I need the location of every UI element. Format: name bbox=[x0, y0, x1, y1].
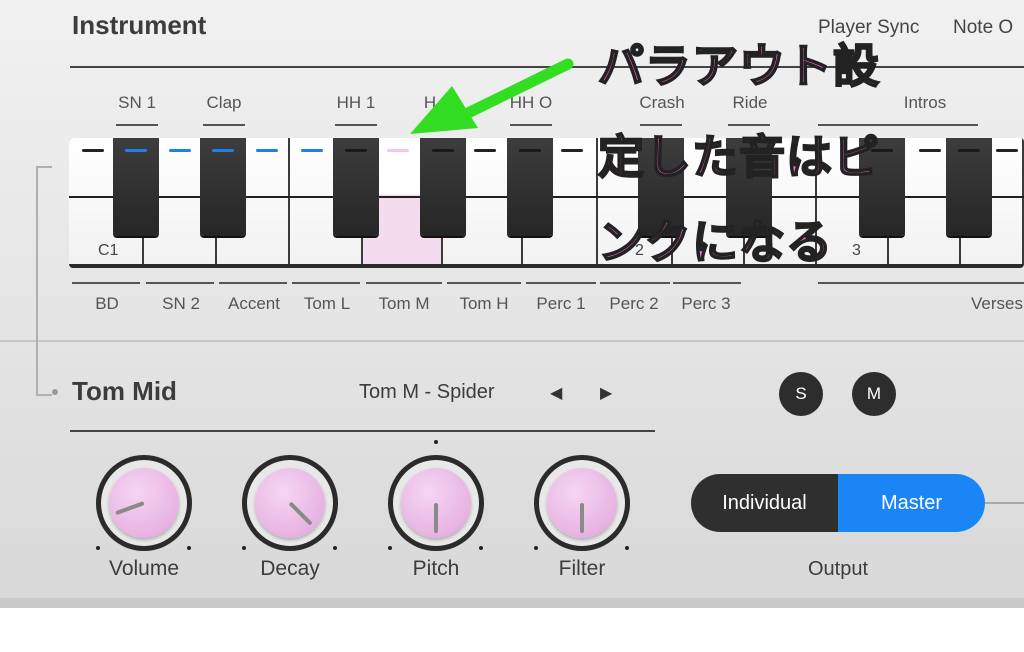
individual-button[interactable]: Individual bbox=[691, 474, 838, 532]
label-bar bbox=[818, 282, 1024, 284]
mute-button[interactable]: M bbox=[852, 372, 896, 416]
connector-dot bbox=[52, 389, 58, 395]
black-key-sn1[interactable] bbox=[113, 138, 159, 236]
key-label-perc1: Perc 1 bbox=[536, 294, 586, 313]
center-marker bbox=[434, 440, 438, 444]
knob-tick bbox=[187, 546, 191, 550]
knob-tick bbox=[625, 546, 629, 550]
annotation-line-2: 定した音はピ bbox=[597, 129, 880, 185]
prev-preset-icon[interactable]: ◀ bbox=[550, 383, 562, 403]
knob-pointer bbox=[434, 503, 438, 533]
volume-label: Volume bbox=[108, 557, 180, 580]
black-key-hho[interactable] bbox=[507, 138, 553, 236]
label-bar bbox=[526, 282, 596, 284]
key-label-tom-l: Tom L bbox=[303, 294, 351, 313]
label-bar bbox=[366, 282, 442, 284]
key-indicator-pink bbox=[387, 149, 409, 152]
knob-tick bbox=[479, 546, 483, 550]
section-divider bbox=[0, 340, 1024, 342]
key-indicator bbox=[474, 149, 496, 152]
label-bar bbox=[72, 282, 140, 284]
key-indicator bbox=[919, 149, 941, 152]
label-bar bbox=[219, 282, 287, 284]
label-bar bbox=[447, 282, 521, 284]
output-label: Output bbox=[807, 558, 869, 580]
section-title: Instrument bbox=[72, 10, 207, 40]
filter-label: Filter bbox=[558, 557, 606, 580]
key-label-sn1: SN 1 bbox=[118, 93, 156, 112]
label-bar bbox=[335, 124, 377, 126]
pitch-label: Pitch bbox=[412, 557, 460, 580]
key-indicator bbox=[996, 149, 1018, 152]
key-label-clap: Clap bbox=[206, 93, 242, 112]
key-label-tom-h: Tom H bbox=[459, 294, 509, 313]
key-indicator bbox=[169, 149, 191, 152]
label-bar bbox=[292, 282, 360, 284]
annotation-line-1: パラアウト設 bbox=[597, 38, 880, 94]
preset-name[interactable]: Tom M - Spider bbox=[359, 381, 495, 404]
octave-label-c1: C1 bbox=[98, 242, 119, 259]
key-indicator bbox=[561, 149, 583, 152]
knob-tick bbox=[242, 546, 246, 550]
pitch-knob[interactable] bbox=[388, 455, 484, 551]
label-bar bbox=[600, 282, 670, 284]
black-key-intro[interactable] bbox=[946, 138, 992, 236]
decay-knob[interactable] bbox=[242, 455, 338, 551]
annotation-arrow-icon bbox=[410, 58, 574, 134]
volume-knob[interactable] bbox=[96, 455, 192, 551]
key-label-perc2: Perc 2 bbox=[609, 294, 659, 313]
master-button[interactable]: Master bbox=[838, 474, 985, 532]
panel-bottom-edge bbox=[0, 598, 1024, 608]
key-label-tom-m: Tom M bbox=[378, 294, 430, 313]
annotation-line-3: ンクになる bbox=[597, 214, 833, 270]
knob-tick bbox=[388, 546, 392, 550]
output-connector bbox=[985, 502, 1024, 504]
knob-tick bbox=[534, 546, 538, 550]
drum-keyboard: C1 2 3 bbox=[69, 138, 1024, 268]
knob-tick bbox=[333, 546, 337, 550]
decay-label: Decay bbox=[260, 557, 320, 580]
label-bar bbox=[116, 124, 158, 126]
black-key-hh1[interactable] bbox=[333, 138, 379, 236]
next-preset-icon[interactable]: ▶ bbox=[600, 383, 612, 403]
key-label-perc3: Perc 3 bbox=[681, 294, 731, 313]
label-bar bbox=[673, 282, 741, 284]
instrument-name: Tom Mid bbox=[72, 376, 177, 406]
key-indicator bbox=[256, 149, 278, 152]
key-label-verses: Verses bbox=[971, 294, 1023, 313]
key-label-crash: Crash bbox=[639, 93, 685, 112]
knob-pointer bbox=[580, 503, 584, 533]
instrument-divider bbox=[70, 430, 655, 432]
key-label-intros: Intros bbox=[903, 93, 947, 112]
label-bar bbox=[146, 282, 214, 284]
key-label-ride: Ride bbox=[732, 93, 768, 112]
key-label-sn2: SN 2 bbox=[162, 294, 200, 313]
key-label-accent: Accent bbox=[228, 294, 280, 313]
output-toggle: Individual Master bbox=[691, 474, 985, 532]
solo-button[interactable]: S bbox=[779, 372, 823, 416]
filter-knob[interactable] bbox=[534, 455, 630, 551]
black-key-hh2[interactable] bbox=[420, 138, 466, 236]
connector-bracket bbox=[36, 166, 52, 396]
key-indicator bbox=[82, 149, 104, 152]
key-indicator bbox=[301, 149, 323, 152]
knob-tick bbox=[96, 546, 100, 550]
key-label-hh1: HH 1 bbox=[336, 93, 376, 112]
key-label-bd: BD bbox=[95, 294, 119, 313]
octave-label-3: 3 bbox=[852, 242, 861, 259]
note-output-tab[interactable]: Note O bbox=[953, 17, 1013, 39]
black-key-clap[interactable] bbox=[200, 138, 246, 236]
label-bar bbox=[203, 124, 245, 126]
